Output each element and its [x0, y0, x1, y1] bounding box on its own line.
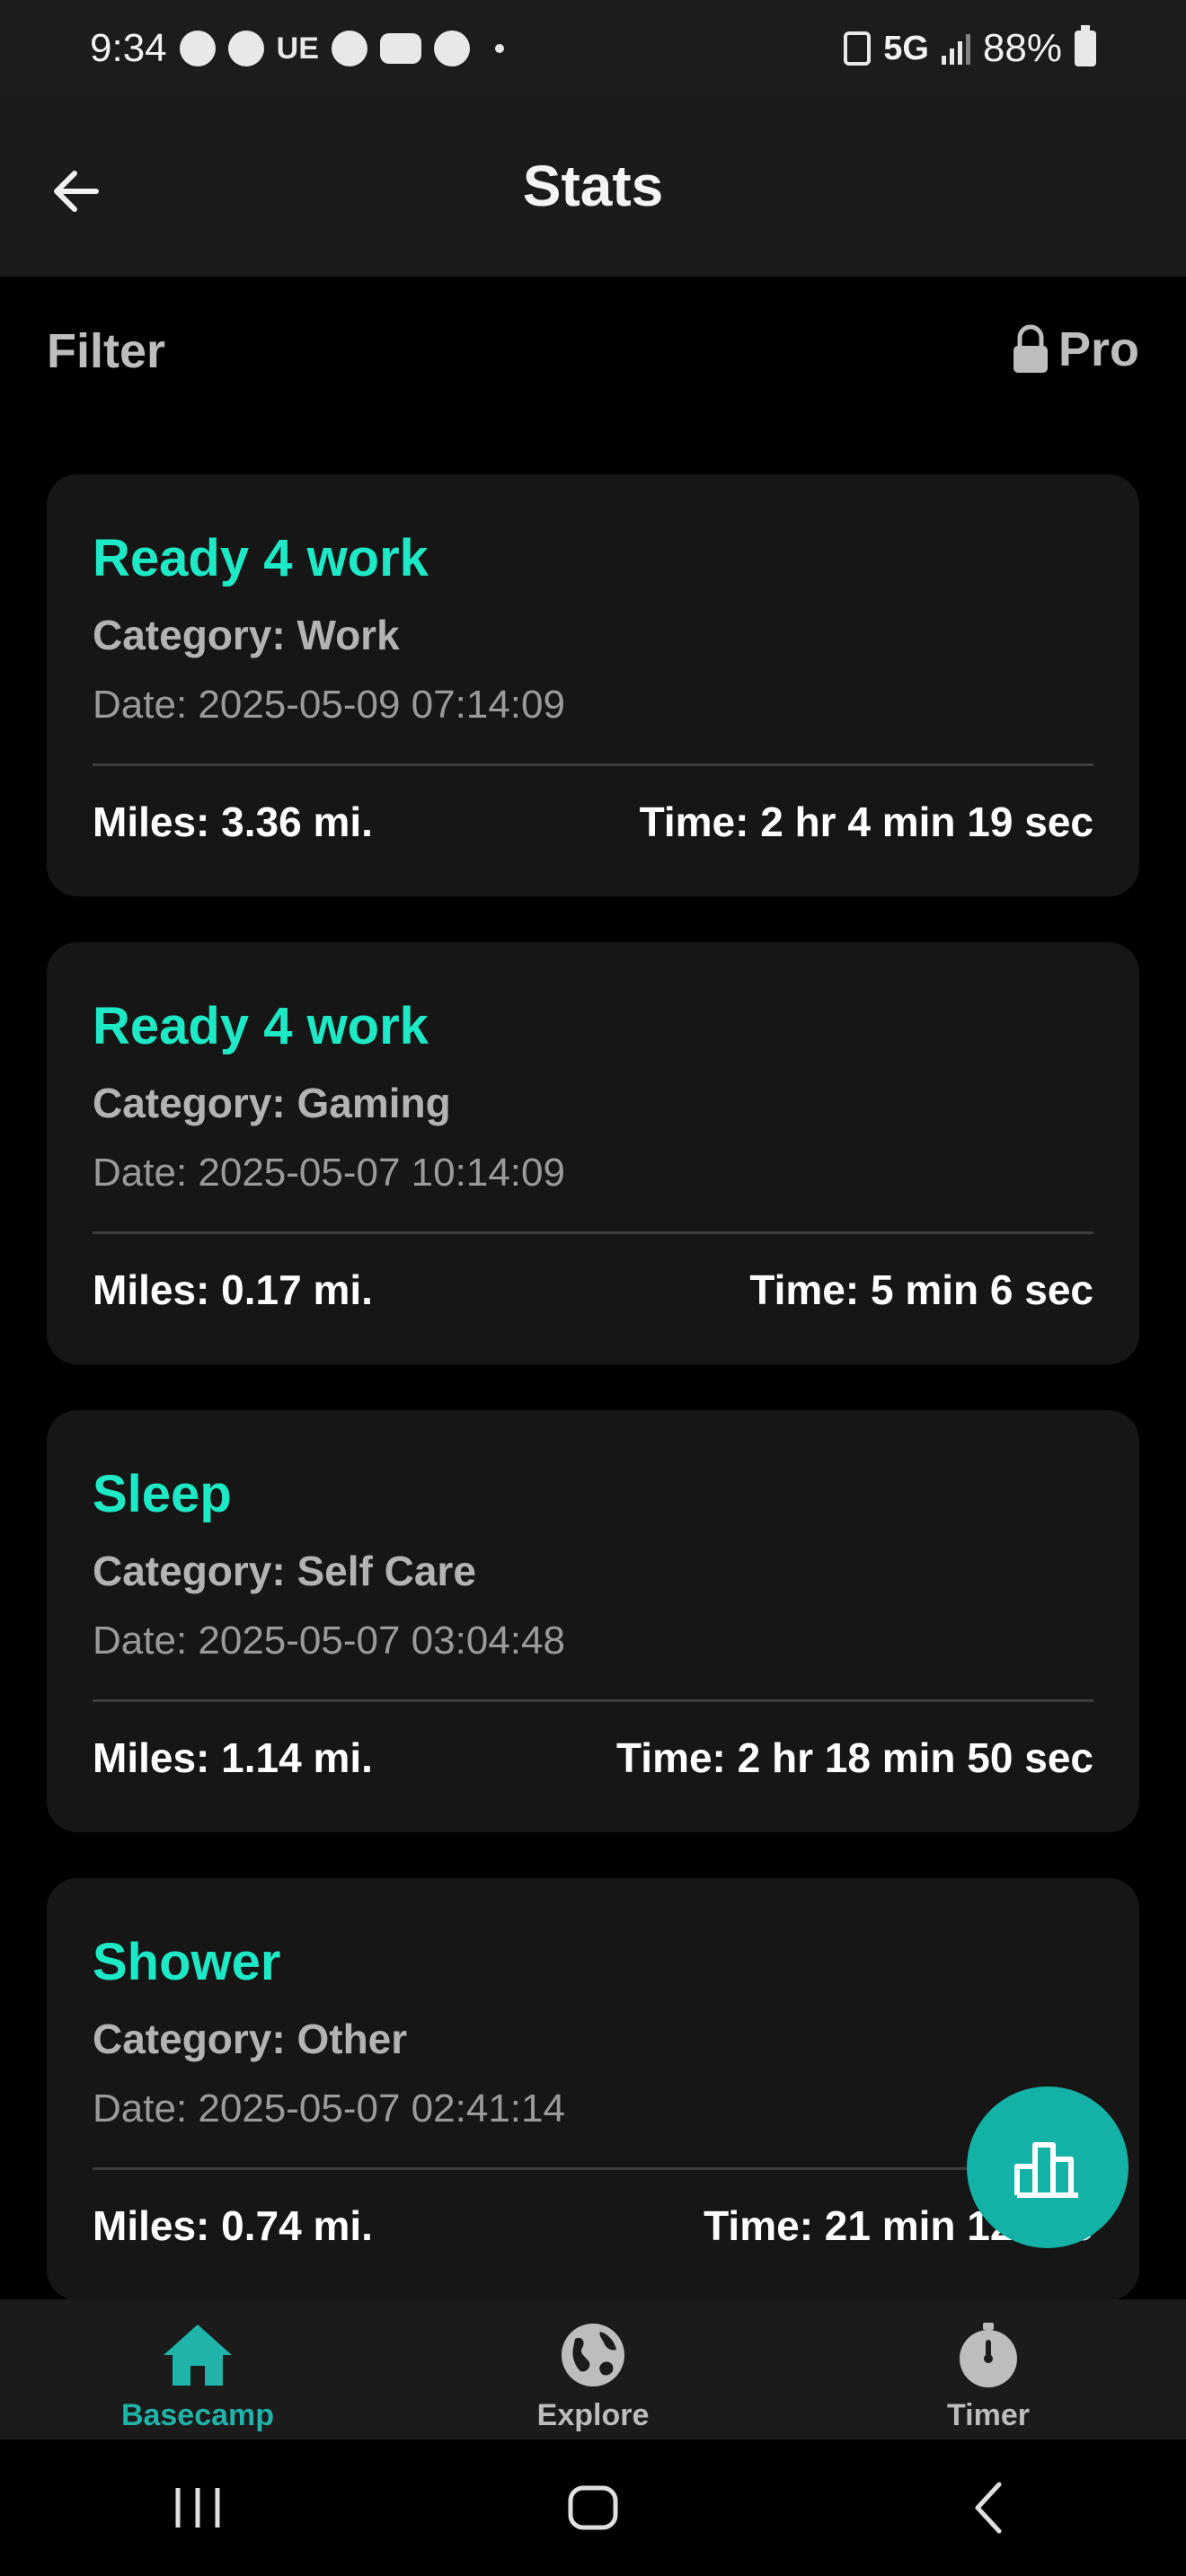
card-miles: Miles: 3.36 mi.: [93, 798, 373, 845]
battery-icon: [1075, 25, 1096, 66]
nav-basecamp-label: Basecamp: [120, 2398, 275, 2432]
ubereats-icon: UE: [276, 31, 319, 66]
card-time: Time: 2 hr 4 min 19 sec: [639, 798, 1093, 845]
card-title: Ready 4 work: [93, 529, 429, 587]
filter-row: Filter Pro: [0, 316, 1186, 388]
card-category: Category: Gaming: [93, 1080, 451, 1126]
card-title: Shower: [93, 1933, 281, 1991]
recents-icon: [175, 2488, 220, 2527]
nav-timer-label: Timer: [947, 2398, 1030, 2432]
card-miles: Miles: 1.14 mi.: [93, 1734, 373, 1781]
page-title: Stats: [522, 154, 664, 218]
pinterest-icon: [227, 31, 264, 66]
status-time: 9:34: [90, 26, 167, 70]
card-title: Ready 4 work: [93, 997, 429, 1055]
card-divider: [93, 763, 1093, 766]
nav-explore-label: Explore: [536, 2398, 650, 2432]
more-notifications-icon: [494, 44, 504, 53]
globe-icon: [562, 2324, 624, 2386]
pinterest-icon: [331, 31, 367, 66]
messages-icon: [179, 31, 216, 66]
recent-apps-button[interactable]: [135, 2463, 261, 2553]
nav-basecamp[interactable]: Basecamp: [0, 2299, 395, 2439]
stats-list[interactable]: Ready 4 work Category: Work Date: 2025-0…: [47, 474, 1139, 2299]
card-divider: [93, 2167, 1093, 2170]
status-left: 9:34 UE: [90, 26, 504, 71]
stat-card[interactable]: Shower Category: Other Date: 2025-05-07 …: [47, 1878, 1139, 2299]
home-icon: [164, 2325, 232, 2386]
card-category: Category: Self Care: [93, 1548, 476, 1594]
card-date: Date: 2025-05-07 03:04:48: [93, 1619, 565, 1663]
app-bar: Stats: [0, 97, 1186, 277]
card-date: Date: 2025-05-07 10:14:09: [93, 1151, 565, 1195]
card-miles: Miles: 0.74 mi.: [93, 2202, 373, 2249]
card-title: Sleep: [93, 1465, 232, 1523]
stat-card[interactable]: Sleep Category: Self Care Date: 2025-05-…: [47, 1410, 1139, 1832]
filter-button[interactable]: Filter: [47, 323, 165, 379]
stat-card[interactable]: Ready 4 work Category: Work Date: 2025-0…: [47, 474, 1139, 896]
pro-button[interactable]: Pro: [1012, 322, 1139, 377]
home-square-icon: [568, 2485, 618, 2530]
youtube-icon: [379, 33, 421, 64]
battery-saver-icon: [844, 31, 872, 66]
stats-fab-button[interactable]: [967, 2086, 1128, 2248]
status-right: 5G 88%: [844, 25, 1096, 71]
system-nav-bar: [0, 2439, 1186, 2576]
nav-timer[interactable]: Timer: [791, 2299, 1186, 2439]
card-date: Date: 2025-05-09 07:14:09: [93, 683, 565, 727]
card-category: Category: Work: [93, 612, 400, 658]
timer-icon: [960, 2323, 1017, 2387]
pinterest-icon: [433, 31, 470, 66]
lock-icon: [1013, 324, 1048, 373]
battery-percent: 88%: [982, 26, 1062, 70]
pro-label: Pro: [1058, 322, 1139, 376]
card-divider: [93, 1231, 1093, 1234]
nav-explore[interactable]: Explore: [395, 2299, 791, 2439]
home-button[interactable]: [530, 2463, 656, 2553]
card-miles: Miles: 0.17 mi.: [93, 1266, 373, 1313]
card-time: Time: 5 min 6 sec: [749, 1266, 1093, 1313]
system-back-button[interactable]: [925, 2463, 1051, 2553]
card-time: Time: 2 hr 18 min 50 sec: [616, 1734, 1093, 1781]
card-category: Category: Other: [93, 2016, 408, 2062]
stat-card[interactable]: Ready 4 work Category: Gaming Date: 2025…: [47, 942, 1139, 1364]
chevron-left-icon: [975, 2482, 1002, 2534]
network-type: 5G: [883, 29, 929, 67]
bottom-nav: Basecamp Explore Timer: [0, 2299, 1186, 2439]
card-divider: [93, 1699, 1093, 1702]
status-bar: 9:34 UE 5G 88%: [0, 0, 1186, 97]
signal-icon: [941, 32, 970, 65]
card-date: Date: 2025-05-07 02:41:14: [93, 2086, 565, 2130]
bar-chart-icon: [1014, 2142, 1078, 2198]
